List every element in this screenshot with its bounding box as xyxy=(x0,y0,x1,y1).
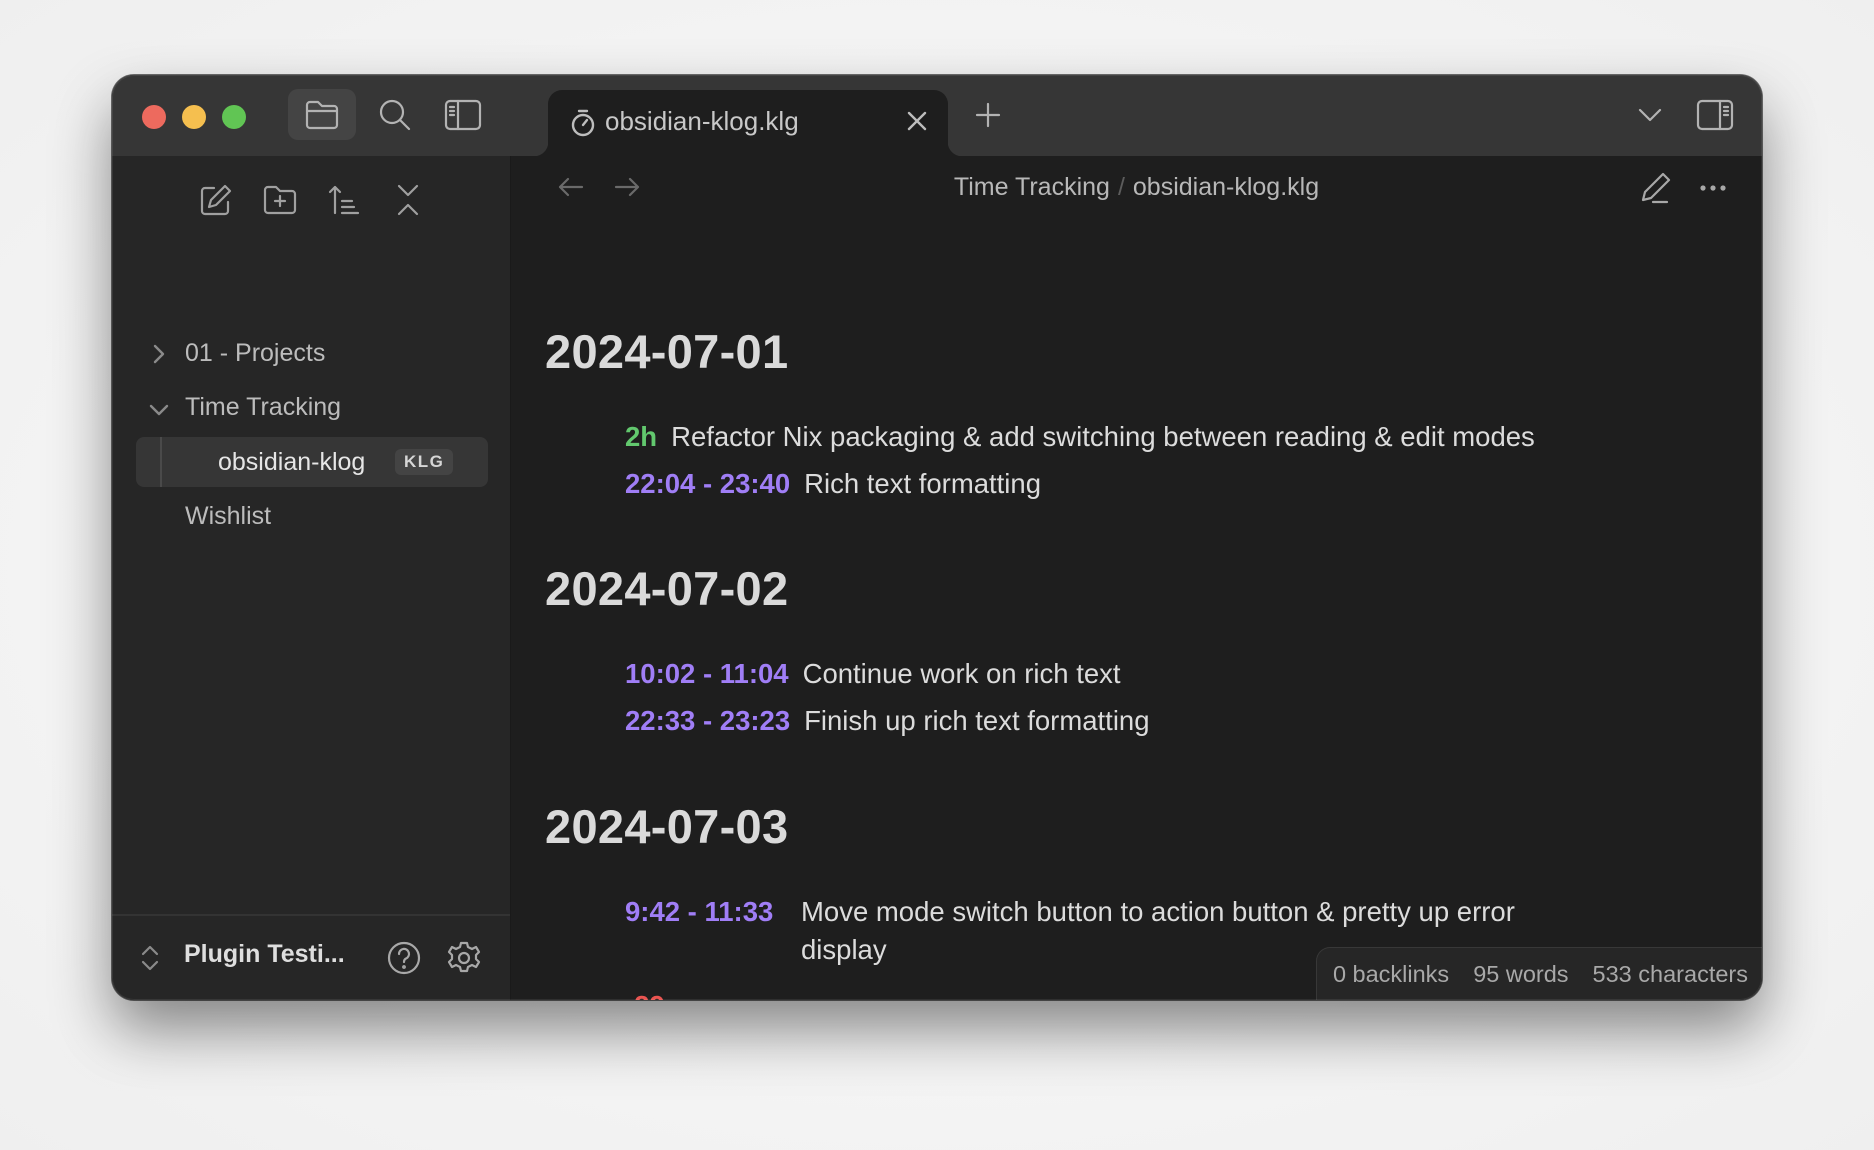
entry-time-range: 9:42 - 11:33 xyxy=(625,896,774,927)
file-explorer-actions xyxy=(112,180,510,220)
tab-bar: obsidian-klog.klg xyxy=(112,75,1762,156)
new-tab-button[interactable] xyxy=(968,95,1008,135)
search-icon xyxy=(379,99,411,130)
new-note-button[interactable] xyxy=(196,180,236,220)
more-options-button[interactable] xyxy=(1693,168,1733,208)
entry-duration: 2h xyxy=(625,421,658,452)
toggle-left-sidebar-button[interactable] xyxy=(434,89,492,140)
day-date: 2024-07-03 xyxy=(545,800,789,853)
zoom-window-button[interactable] xyxy=(222,105,246,129)
tree-label: Time Tracking xyxy=(185,393,342,421)
more-horizontal-icon xyxy=(1700,185,1726,191)
entry-summary: Rich text formatting xyxy=(804,468,1042,499)
help-button[interactable] xyxy=(386,940,422,976)
collapse-all-icon xyxy=(397,184,419,216)
edit-mode-button[interactable] xyxy=(1636,168,1676,208)
tree-label: obsidian-klog xyxy=(218,448,366,476)
vault-switcher-icon[interactable] xyxy=(140,942,160,979)
timer-icon xyxy=(570,108,596,143)
entry-summary: Finish up rich text formatting xyxy=(804,705,1150,736)
close-tab-button[interactable] xyxy=(904,108,930,139)
plus-icon xyxy=(975,102,1001,128)
entry: -29m xyxy=(625,987,689,1000)
minimize-window-button[interactable] xyxy=(182,105,206,129)
tree-label: 01 - Projects xyxy=(185,339,326,367)
entry: 2h Refactor Nix packaging & add switching… xyxy=(625,418,1535,456)
tree-folder-01-projects[interactable]: 01 - Projects xyxy=(112,329,510,377)
chevron-down-icon xyxy=(148,401,170,424)
toggle-right-sidebar-button[interactable] xyxy=(1690,89,1740,141)
entry: 22:33 - 23:23 Finish up rich text formatt… xyxy=(625,702,1150,740)
sidebar-left-icon xyxy=(444,99,482,130)
collapse-all-button[interactable] xyxy=(388,180,428,220)
entry-summary: Refactor Nix packaging & add switching b… xyxy=(671,421,1535,452)
app-window: obsidian-klog.klg 01 - Projects Time Tra… xyxy=(112,75,1762,1000)
entry: 22:04 - 23:40 Rich text formatting xyxy=(625,465,1041,503)
tab-title: obsidian-klog.klg xyxy=(605,106,799,136)
sort-icon xyxy=(328,185,360,215)
gear-icon xyxy=(447,941,481,973)
vault-footer: Plugin Testi... xyxy=(112,914,510,1000)
tree-folder-time-tracking[interactable]: Time Tracking xyxy=(112,383,510,431)
entry-time-range: 22:04 - 23:40 xyxy=(625,468,791,499)
breadcrumb-folder[interactable]: Time Tracking xyxy=(954,173,1110,201)
tree-file-obsidian-klog[interactable]: obsidian-klog KLG xyxy=(112,437,510,487)
new-folder-button[interactable] xyxy=(260,180,300,220)
sidebar-right-icon xyxy=(1696,99,1734,131)
file-explorer-sidebar: 01 - Projects Time Tracking obsidian-klo… xyxy=(112,156,511,1000)
entry-time-range: 10:02 - 11:04 xyxy=(625,658,789,689)
sort-button[interactable] xyxy=(324,180,364,220)
file-explorer-button[interactable] xyxy=(288,89,356,140)
pencil-icon xyxy=(1641,172,1671,204)
day-date: 2024-07-02 xyxy=(545,562,789,615)
search-button[interactable] xyxy=(366,89,424,140)
breadcrumb: Time Tracking / obsidian-klog.klg xyxy=(511,173,1762,202)
close-icon xyxy=(907,111,927,131)
entry-duration: -29m xyxy=(625,990,689,1000)
character-count: 533 characters xyxy=(1592,960,1748,987)
new-folder-icon xyxy=(263,185,297,215)
close-window-button[interactable] xyxy=(142,105,166,129)
status-bar: 0 backlinks 95 words 533 characters xyxy=(1315,947,1762,1000)
word-count: 95 words xyxy=(1473,960,1569,987)
tree-file-wishlist[interactable]: Wishlist xyxy=(112,492,510,540)
breadcrumb-file[interactable]: obsidian-klog.klg xyxy=(1133,173,1319,201)
folder-icon xyxy=(305,100,339,129)
settings-button[interactable] xyxy=(446,940,482,976)
file-extension-badge: KLG xyxy=(395,449,454,475)
editor-pane: Time Tracking / obsidian-klog.klg 2024-07-… xyxy=(511,156,1762,1000)
entry-summary: Continue work on rich text xyxy=(802,658,1121,689)
day-date: 2024-07-01 xyxy=(545,325,789,378)
backlinks-count[interactable]: 0 backlinks xyxy=(1333,961,1449,988)
entry: 10:02 - 11:04 Continue work on rich text xyxy=(625,655,1121,693)
tab-list-button[interactable] xyxy=(1630,95,1670,135)
chevron-down-icon xyxy=(1638,108,1662,122)
new-note-icon xyxy=(200,184,232,216)
vault-switcher[interactable]: Plugin Testi... xyxy=(184,940,345,969)
entry-time-range: 22:33 - 23:23 xyxy=(625,705,791,736)
tab-obsidian-klog[interactable]: obsidian-klog.klg xyxy=(534,90,962,156)
help-icon xyxy=(387,941,421,975)
breadcrumb-separator: / xyxy=(1117,173,1125,201)
chevron-right-icon xyxy=(148,343,168,370)
indent-guide xyxy=(160,437,162,487)
tree-label: Wishlist xyxy=(185,502,272,530)
